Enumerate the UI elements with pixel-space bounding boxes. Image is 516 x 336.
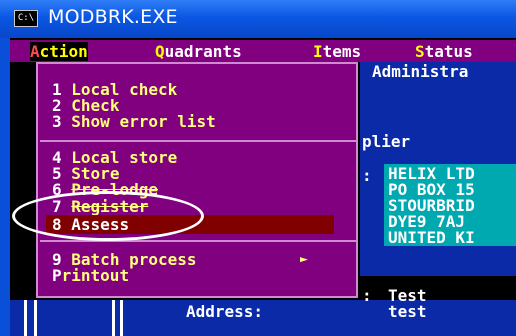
title-bar[interactable]: C:\ MODBRK.EXE <box>0 0 516 38</box>
divider <box>112 300 115 336</box>
address-label: Address: <box>186 302 264 321</box>
menu-status[interactable]: Status <box>415 42 473 61</box>
menu-action[interactable]: Action <box>30 42 88 61</box>
menu-separator <box>40 140 356 142</box>
menu-item-printout[interactable]: Printout <box>52 266 129 285</box>
menu-item-show-error-list[interactable]: 3 Show error list <box>52 112 216 131</box>
app-window: C:\ MODBRK.EXE Action Quadrants Items St… <box>0 0 516 336</box>
supplier-label: plier <box>362 132 411 151</box>
supplier-colon: : <box>362 166 372 185</box>
supplier-line: UNITED KI <box>388 228 475 247</box>
menu-bar: Action Quadrants Items Status <box>10 40 516 62</box>
panel-title: Administra <box>372 62 469 81</box>
address-line[interactable]: test <box>388 302 427 321</box>
console-icon[interactable]: C:\ <box>14 10 38 27</box>
menu-quadrants[interactable]: Quadrants <box>155 42 242 61</box>
divider <box>120 300 123 336</box>
divider <box>34 300 37 336</box>
highlight-ellipse <box>12 191 204 241</box>
address-colon: : <box>362 286 372 305</box>
divider <box>24 300 27 336</box>
menu-items[interactable]: Items <box>313 42 361 61</box>
submenu-arrow-icon: ► <box>300 252 308 267</box>
window-title: MODBRK.EXE <box>48 6 178 28</box>
